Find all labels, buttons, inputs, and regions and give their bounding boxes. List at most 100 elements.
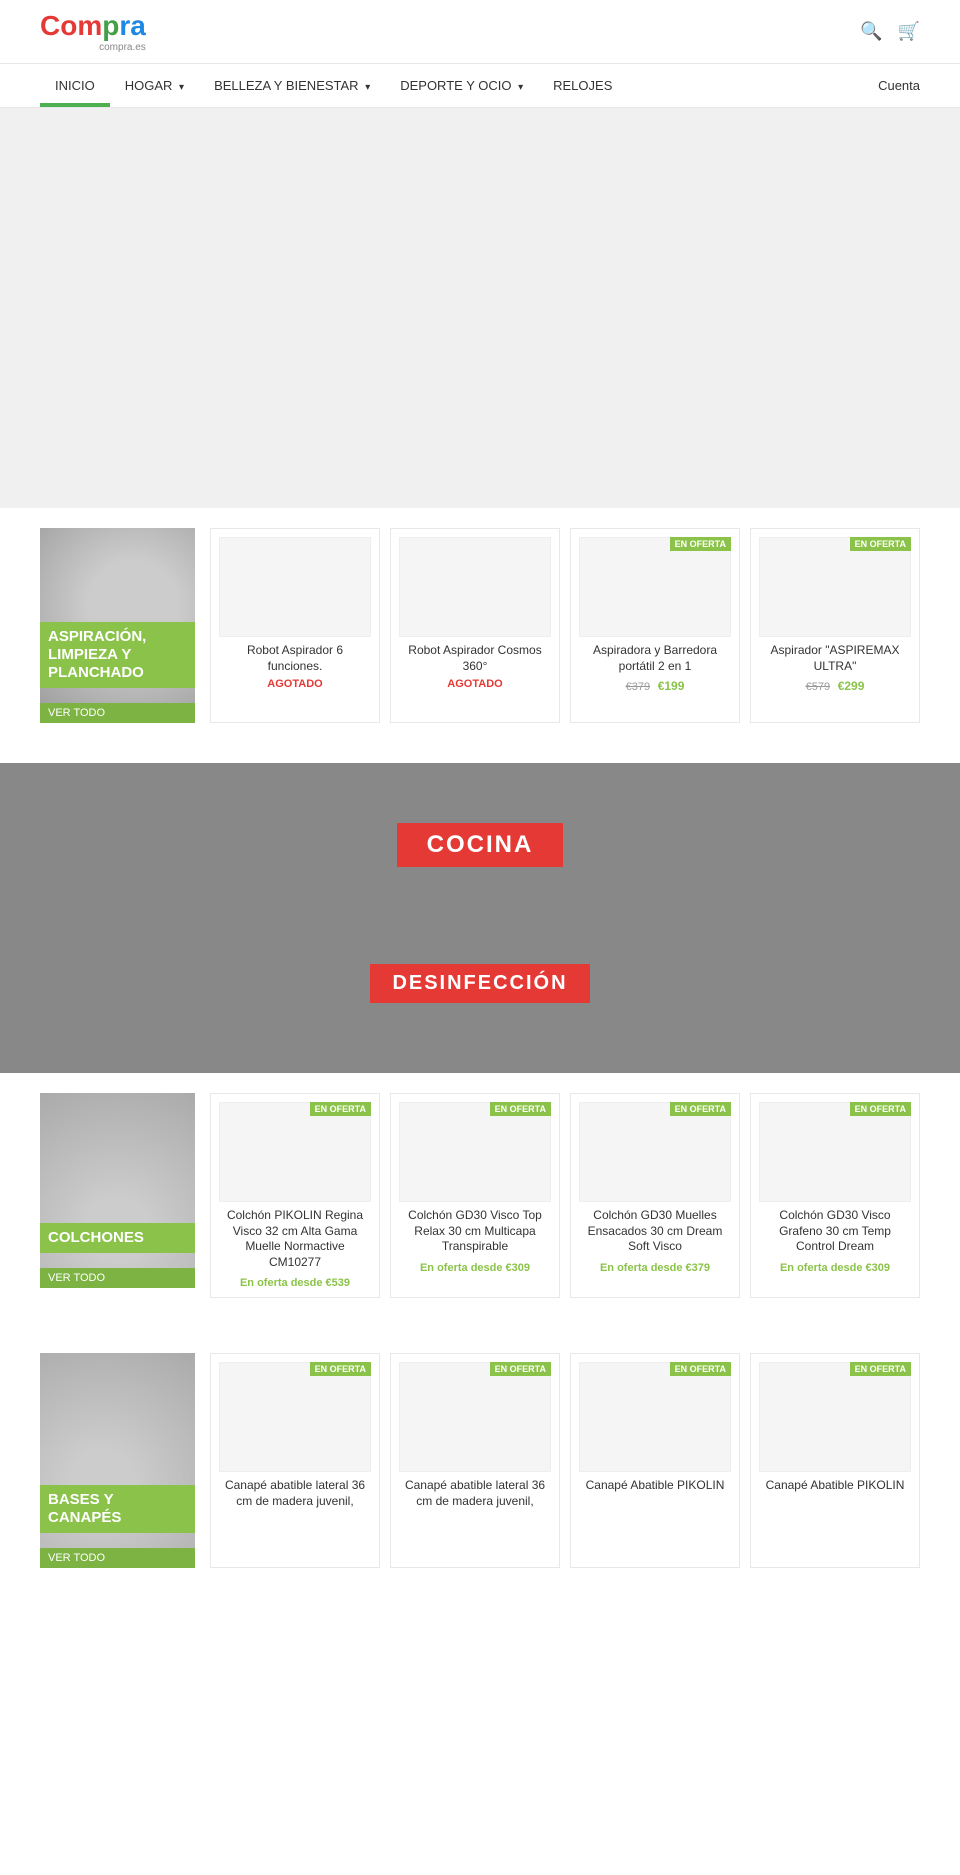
logo-text: Compra [40, 10, 146, 41]
chevron-down-icon: ▾ [365, 82, 370, 93]
nav-item-belleza[interactable]: BELLEZA Y BIENESTAR ▾ [199, 64, 385, 107]
aspiracion-banner[interactable]: ASPIRACIÓN, LIMPIEZA Y PLANCHADO VER TOD… [40, 528, 195, 723]
product-name: Canapé abatible lateral 36 cm de madera … [219, 1478, 371, 1509]
header: Compra compra.es 🔍 🛒 [0, 0, 960, 64]
bases-banner-label: BASES Y CANAPÉS [40, 1485, 195, 1533]
offer-badge: EN OFERTA [310, 1102, 371, 1116]
chevron-down-icon: ▾ [179, 82, 184, 93]
product-image [219, 1362, 371, 1472]
bases-products: EN OFERTA Canapé abatible lateral 36 cm … [210, 1353, 920, 1568]
colchones-ver-todo[interactable]: VER TODO [40, 1268, 195, 1288]
aspiracion-products: Robot Aspirador 6 funciones. AGOTADO Rob… [210, 528, 920, 723]
chevron-down-icon: ▾ [518, 82, 523, 93]
product-name: Canapé Abatible PIKOLIN [759, 1478, 911, 1494]
bases-header: BASES Y CANAPÉS VER TODO EN OFERTA Canap… [40, 1353, 920, 1568]
colchones-header: COLCHONES VER TODO EN OFERTA Colchón PIK… [40, 1093, 920, 1298]
cart-icon[interactable]: 🛒 [898, 21, 920, 42]
offer-badge: EN OFERTA [850, 537, 911, 551]
product-image [399, 1102, 551, 1202]
navigation: INICIO HOGAR ▾ BELLEZA Y BIENESTAR ▾ DEP… [0, 64, 960, 108]
product-price: En oferta desde €379 [579, 1259, 731, 1274]
header-icons: 🔍 🛒 [860, 21, 920, 42]
product-card[interactable]: EN OFERTA Aspiradora y Barredora portáti… [570, 528, 740, 723]
product-name: Colchón GD30 Visco Grafeno 30 cm Temp Co… [759, 1208, 911, 1255]
new-price: €199 [658, 679, 685, 693]
old-price: €579 [806, 681, 830, 693]
product-image [399, 537, 551, 637]
search-icon[interactable]: 🔍 [860, 21, 882, 42]
colchones-section: COLCHONES VER TODO EN OFERTA Colchón PIK… [0, 1073, 960, 1318]
product-card[interactable]: EN OFERTA Colchón GD30 Visco Grafeno 30 … [750, 1093, 920, 1298]
product-image [759, 537, 911, 637]
nav-item-hogar[interactable]: HOGAR ▾ [110, 64, 199, 107]
product-name: Aspiradora y Barredora portátil 2 en 1 [579, 643, 731, 674]
product-card[interactable]: EN OFERTA Canapé abatible lateral 36 cm … [210, 1353, 380, 1568]
bases-banner[interactable]: BASES Y CANAPÉS VER TODO [40, 1353, 195, 1568]
product-card[interactable]: EN OFERTA Colchón PIKOLIN Regina Visco 3… [210, 1093, 380, 1298]
product-price: En oferta desde €309 [759, 1259, 911, 1274]
new-price: En oferta desde €309 [420, 1262, 530, 1274]
bases-banner-image [40, 1353, 195, 1568]
product-image [759, 1362, 911, 1472]
product-name: Canapé Abatible PIKOLIN [579, 1478, 731, 1494]
offer-badge: EN OFERTA [850, 1102, 911, 1116]
new-price: En oferta desde €309 [780, 1262, 890, 1274]
logo[interactable]: Compra compra.es [40, 10, 146, 53]
product-name: Aspirador "ASPIREMAX ULTRA" [759, 643, 911, 674]
hero-banner [0, 108, 960, 508]
product-status: AGOTADO [399, 678, 551, 690]
logo-subtitle: compra.es [40, 42, 146, 53]
product-image [579, 1362, 731, 1472]
offer-badge: EN OFERTA [490, 1362, 551, 1376]
product-card[interactable]: Robot Aspirador 6 funciones. AGOTADO [210, 528, 380, 723]
nav-item-deporte[interactable]: DEPORTE Y OCIO ▾ [385, 64, 538, 107]
product-image [579, 537, 731, 637]
product-card[interactable]: Robot Aspirador Cosmos 360° AGOTADO [390, 528, 560, 723]
colchones-banner-label: COLCHONES [40, 1223, 195, 1253]
product-price: En oferta desde €539 [219, 1274, 371, 1289]
product-price: En oferta desde €309 [399, 1259, 551, 1274]
aspiracion-ver-todo[interactable]: VER TODO [40, 703, 195, 723]
product-card[interactable]: EN OFERTA Colchón GD30 Muelles Ensacados… [570, 1093, 740, 1298]
colchones-products: EN OFERTA Colchón PIKOLIN Regina Visco 3… [210, 1093, 920, 1298]
product-image [399, 1362, 551, 1472]
offer-badge: EN OFERTA [670, 537, 731, 551]
product-price: €379 €199 [579, 678, 731, 693]
aspiracion-banner-label: ASPIRACIÓN, LIMPIEZA Y PLANCHADO [40, 622, 195, 688]
offer-badge: EN OFERTA [310, 1362, 371, 1376]
product-name: Colchón GD30 Muelles Ensacados 30 cm Dre… [579, 1208, 731, 1255]
product-image [759, 1102, 911, 1202]
offer-badge: EN OFERTA [850, 1362, 911, 1376]
mid-banner: COCINA DESINFECCIÓN [0, 763, 960, 1073]
mid-banner-subtitle: DESINFECCIÓN [370, 964, 589, 1003]
nav-item-inicio[interactable]: INICIO [40, 64, 110, 107]
nav-item-relojes[interactable]: RELOJES [538, 64, 627, 107]
product-card[interactable]: EN OFERTA Canapé abatible lateral 36 cm … [390, 1353, 560, 1568]
product-card[interactable]: EN OFERTA Canapé Abatible PIKOLIN [570, 1353, 740, 1568]
new-price: €299 [838, 679, 865, 693]
product-card[interactable]: EN OFERTA Aspirador "ASPIREMAX ULTRA" €5… [750, 528, 920, 723]
new-price: En oferta desde €539 [240, 1277, 350, 1289]
product-price: €579 €299 [759, 678, 911, 693]
product-name: Colchón PIKOLIN Regina Visco 32 cm Alta … [219, 1208, 371, 1270]
bases-ver-todo[interactable]: VER TODO [40, 1548, 195, 1568]
offer-badge: EN OFERTA [490, 1102, 551, 1116]
product-image [219, 1102, 371, 1202]
new-price: En oferta desde €379 [600, 1262, 710, 1274]
product-image [219, 537, 371, 637]
aspiracion-header: ASPIRACIÓN, LIMPIEZA Y PLANCHADO VER TOD… [40, 528, 920, 723]
product-card[interactable]: EN OFERTA Canapé Abatible PIKOLIN [750, 1353, 920, 1568]
product-image [579, 1102, 731, 1202]
colchones-banner-image [40, 1093, 195, 1288]
product-card[interactable]: EN OFERTA Colchón GD30 Visco Top Relax 3… [390, 1093, 560, 1298]
product-name: Canapé abatible lateral 36 cm de madera … [399, 1478, 551, 1509]
old-price: €379 [626, 681, 650, 693]
product-status: AGOTADO [219, 678, 371, 690]
product-name: Colchón GD30 Visco Top Relax 30 cm Multi… [399, 1208, 551, 1255]
offer-badge: EN OFERTA [670, 1362, 731, 1376]
product-name: Robot Aspirador Cosmos 360° [399, 643, 551, 674]
mid-banner-title: COCINA [397, 823, 564, 867]
nav-account[interactable]: Cuenta [878, 64, 920, 107]
colchones-banner[interactable]: COLCHONES VER TODO [40, 1093, 195, 1288]
bases-section: BASES Y CANAPÉS VER TODO EN OFERTA Canap… [0, 1338, 960, 1588]
